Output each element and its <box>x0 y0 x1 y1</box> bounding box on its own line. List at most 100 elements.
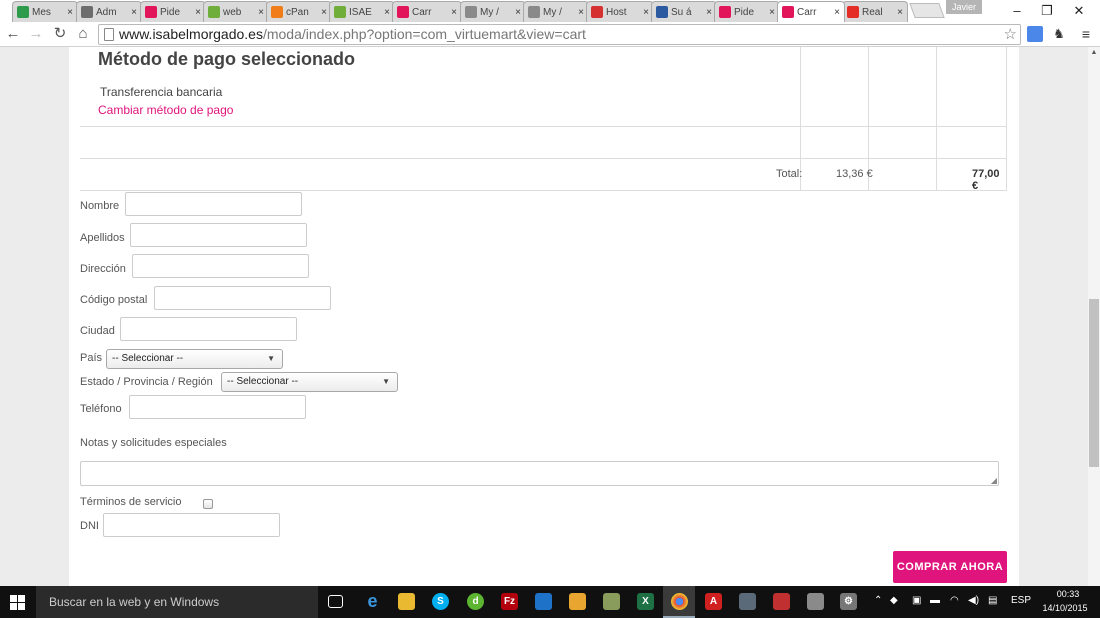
buy-now-button[interactable]: COMPRAR AHORA <box>893 551 1007 583</box>
tray-battery-icon[interactable]: ▬ <box>930 595 940 606</box>
tool-icon[interactable] <box>739 593 756 610</box>
taskbar-search-box[interactable]: Buscar en la web y en Windows <box>36 586 318 618</box>
tab-close-icon[interactable]: × <box>321 7 327 18</box>
reload-icon[interactable]: ↻ <box>51 25 69 43</box>
translate-extension-icon[interactable] <box>1027 26 1043 42</box>
tray-chevron-up-icon[interactable]: ⌃ <box>874 595 882 606</box>
tray-network-share-icon[interactable]: ◆ <box>890 595 898 606</box>
tab-close-icon[interactable]: × <box>769 7 775 18</box>
direccion-label: Dirección <box>80 263 126 275</box>
tab-close-icon[interactable]: × <box>384 7 390 18</box>
browser-tab[interactable]: ISAE × <box>329 1 395 22</box>
tray-wifi-icon[interactable]: ◠ <box>950 595 959 606</box>
close-window-button[interactable]: ✕ <box>1064 2 1094 20</box>
wix-icon <box>656 6 668 18</box>
tab-close-icon[interactable]: × <box>258 7 264 18</box>
minimize-button[interactable]: – <box>1002 2 1032 20</box>
bookmark-star-icon[interactable]: ☆ <box>1004 25 1017 44</box>
dreamweaver-icon[interactable]: d <box>467 593 484 610</box>
browser-tab[interactable]: Pide × <box>714 1 780 22</box>
maximize-button[interactable]: ❐ <box>1032 2 1062 20</box>
youtube-icon <box>847 6 859 18</box>
filezilla-icon[interactable]: Fz <box>501 593 518 610</box>
apellidos-field[interactable] <box>130 223 307 247</box>
clock-date[interactable]: 14/10/2015 <box>1038 603 1092 613</box>
edge-browser-icon[interactable]: e <box>364 592 381 610</box>
browser-tab[interactable]: Su á × <box>651 1 717 22</box>
total-label: Total: <box>776 168 803 180</box>
chrome-icon[interactable] <box>671 593 688 610</box>
hosting-icon <box>528 6 540 18</box>
tab-close-icon[interactable]: × <box>131 7 137 18</box>
tab-close-icon[interactable]: × <box>897 7 903 18</box>
browser-tab[interactable]: My / × <box>460 1 526 22</box>
task-view-icon[interactable] <box>328 595 343 608</box>
browser-tab[interactable]: Mes × <box>12 1 78 22</box>
terms-checkbox[interactable] <box>203 499 213 509</box>
windows-taskbar: Buscar en la web y en Windows e S d Fz X… <box>0 586 1100 618</box>
estado-select-value: -- Seleccionar -- <box>227 376 299 387</box>
browser-tab[interactable]: Carr × <box>392 1 462 22</box>
nombre-field[interactable] <box>125 192 302 216</box>
skype-icon[interactable]: S <box>432 593 449 610</box>
tab-close-icon[interactable]: × <box>451 7 457 18</box>
tab-close-icon[interactable]: × <box>834 7 840 18</box>
browser-tab[interactable]: Pide × <box>140 1 206 22</box>
settings-gear-icon[interactable]: ⚙ <box>840 593 857 610</box>
browser-tab[interactable]: Host × <box>586 1 654 22</box>
direccion-field[interactable] <box>132 254 309 278</box>
window-app-icon[interactable] <box>807 593 824 610</box>
profile-button[interactable]: Javier <box>946 0 982 14</box>
clock-time[interactable]: 00:33 <box>1046 589 1090 599</box>
new-tab-button[interactable] <box>909 3 945 18</box>
forward-arrow-icon[interactable]: → <box>27 25 45 43</box>
estado-select[interactable]: -- Seleccionar -- ▼ <box>221 372 398 392</box>
hosting-icon <box>465 6 477 18</box>
file-explorer-icon[interactable] <box>398 593 415 610</box>
browser-tab[interactable]: My / × <box>523 1 589 22</box>
excel-icon[interactable]: X <box>637 593 654 610</box>
browser-tab[interactable]: Real × <box>842 1 908 22</box>
tray-language[interactable]: ESP <box>1011 595 1031 606</box>
scrollbar-thumb[interactable] <box>1089 299 1099 467</box>
pencil-app-icon[interactable] <box>773 593 790 610</box>
ciudad-field[interactable] <box>120 317 297 341</box>
tray-volume-icon[interactable]: ◀) <box>968 595 979 606</box>
notas-textarea[interactable]: ◢ <box>80 461 999 486</box>
back-arrow-icon[interactable]: ← <box>4 25 22 43</box>
dni-field[interactable] <box>103 513 280 537</box>
tab-close-icon[interactable]: × <box>643 7 649 18</box>
ciudad-label: Ciudad <box>80 325 115 337</box>
menu-icon[interactable]: ≡ <box>1078 26 1094 42</box>
scrollbar[interactable]: ▲ <box>1088 47 1100 586</box>
notepad-icon[interactable] <box>603 593 620 610</box>
photo-app-icon[interactable] <box>569 593 586 610</box>
address-bar[interactable]: www.isabelmorgado.es/moda/index.php?opti… <box>98 24 1021 45</box>
tab-close-icon[interactable]: × <box>515 7 521 18</box>
acrobat-icon[interactable]: A <box>705 593 722 610</box>
tab-close-icon[interactable]: × <box>195 7 201 18</box>
tab-close-icon[interactable]: × <box>67 7 73 18</box>
tab-close-icon[interactable]: × <box>578 7 584 18</box>
change-payment-link[interactable]: Cambiar método de pago <box>98 103 233 117</box>
total-tax: 13,36 € <box>836 168 873 180</box>
scroll-up-arrow-icon[interactable]: ▲ <box>1088 49 1100 56</box>
resize-grip-icon[interactable]: ◢ <box>991 476 997 485</box>
telefono-field[interactable] <box>129 395 306 419</box>
browser-tab[interactable]: web × <box>203 1 269 22</box>
browser-tab[interactable]: Carr × <box>777 1 845 22</box>
browser-tab[interactable]: cPan × <box>266 1 332 22</box>
windows-start-icon[interactable] <box>10 595 25 610</box>
extension-icon[interactable]: ♞ <box>1051 26 1067 42</box>
home-icon[interactable]: ⌂ <box>74 25 92 43</box>
tab-close-icon[interactable]: × <box>706 7 712 18</box>
browser-tab[interactable]: Adm × <box>76 1 142 22</box>
notas-label: Notas y solicitudes especiales <box>80 437 227 449</box>
tray-notifications-icon[interactable]: ▤ <box>988 595 997 606</box>
w-brand-icon <box>145 6 157 18</box>
pais-select[interactable]: -- Seleccionar -- ▼ <box>106 349 283 369</box>
codigo-postal-field[interactable] <box>154 286 331 310</box>
tray-usb-icon[interactable]: ▣ <box>912 595 921 606</box>
url-host: www.isabelmorgado.es <box>119 26 263 42</box>
teamviewer-icon[interactable] <box>535 593 552 610</box>
